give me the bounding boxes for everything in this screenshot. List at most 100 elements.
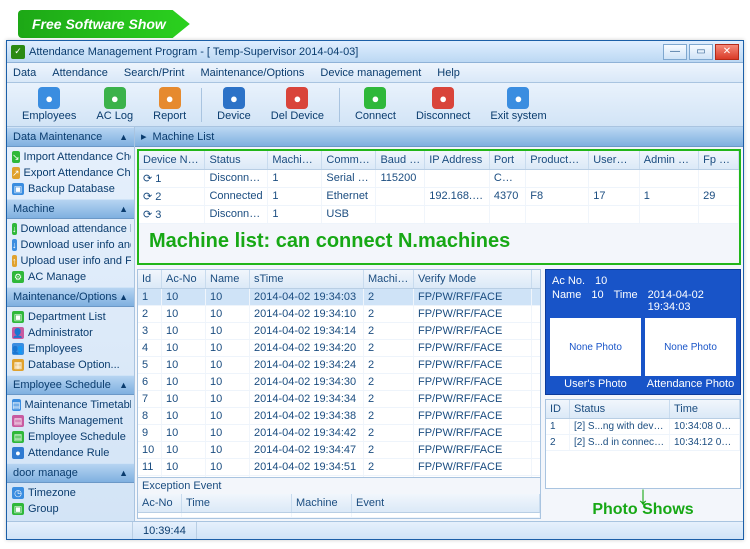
- close-button[interactable]: ✕: [715, 44, 739, 60]
- sidebar-item[interactable]: ▣Backup Database: [10, 181, 131, 197]
- sidebar: Data Maintenance▲ ↘Import Attendance Chec…: [7, 127, 135, 521]
- status-row[interactable]: 1[2] S...ng with device,pl10:34:08 04-03: [546, 419, 740, 435]
- col-header[interactable]: Status: [205, 151, 268, 169]
- col-header[interactable]: Comm.type: [322, 151, 376, 169]
- machine-grid[interactable]: Device NameStatusMachineNo.Comm.typeBaud…: [139, 151, 739, 224]
- menu-help[interactable]: Help: [437, 67, 460, 79]
- attendance-row[interactable]: 910102014-04-02 19:34:422FP/PW/RF/FACE: [138, 425, 540, 442]
- cell: FP/PW/RF/FACE: [414, 374, 532, 390]
- exit-system-icon: ●: [507, 87, 529, 109]
- col-header[interactable]: Event: [352, 494, 540, 512]
- sidebar-item[interactable]: ↓Download attendance logs: [10, 221, 131, 237]
- col-header[interactable]: Verify Mode: [414, 270, 532, 288]
- attendance-row[interactable]: 410102014-04-02 19:34:202FP/PW/RF/FACE: [138, 340, 540, 357]
- col-header[interactable]: Machine: [292, 494, 352, 512]
- machine-row[interactable]: ⟳ 3Disconnected1USB: [139, 206, 739, 224]
- col-header[interactable]: sTime: [250, 270, 364, 288]
- photo-ac-value: 10: [595, 275, 607, 287]
- col-header[interactable]: Admin Count: [640, 151, 699, 169]
- col-header[interactable]: MachineNo.: [268, 151, 322, 169]
- cell: [2] S...d in connecting wi: [570, 435, 670, 450]
- chevron-right-icon[interactable]: ▸: [141, 130, 147, 143]
- toolbar-ac-log[interactable]: ●AC Log: [87, 84, 142, 125]
- col-header[interactable]: Status: [570, 400, 670, 418]
- panel-data-maintenance[interactable]: Data Maintenance▲: [7, 127, 134, 147]
- sidebar-item[interactable]: ▣Department List: [10, 309, 131, 325]
- machine-annotation: Machine list: can connect N.machines: [139, 224, 739, 263]
- menu-data[interactable]: Data: [13, 67, 36, 79]
- col-header[interactable]: Fp Count: [699, 151, 739, 169]
- col-header[interactable]: Device Name: [139, 151, 205, 169]
- machine-row[interactable]: ⟳ 1Disconnected1Serial Port/...115200COM…: [139, 170, 739, 188]
- sidebar-item[interactable]: 👥Employees: [10, 341, 131, 357]
- machine-list-area: Device NameStatusMachineNo.Comm.typeBaud…: [137, 149, 741, 265]
- status-row[interactable]: 2[2] S...d in connecting wi10:34:12 04-0…: [546, 435, 740, 451]
- col-header[interactable]: IP Address: [425, 151, 490, 169]
- sidebar-item[interactable]: ◷Timezone: [10, 485, 131, 501]
- menu-attendance[interactable]: Attendance: [52, 67, 108, 79]
- col-header[interactable]: ID: [546, 400, 570, 418]
- status-grid[interactable]: IDStatusTime 1[2] S...ng with device,pl1…: [545, 399, 741, 489]
- sidebar-item[interactable]: ↑Upload user info and FP: [10, 253, 131, 269]
- toolbar-exit-system[interactable]: ●Exit system: [481, 84, 555, 125]
- col-header[interactable]: Time: [670, 400, 740, 418]
- col-header[interactable]: ProductName: [526, 151, 589, 169]
- sidebar-item[interactable]: ▦Database Option...: [10, 357, 131, 373]
- cell: FP/PW/RF/FACE: [414, 357, 532, 373]
- attendance-row[interactable]: 710102014-04-02 19:34:342FP/PW/RF/FACE: [138, 391, 540, 408]
- toolbar-del-device[interactable]: ●Del Device: [262, 84, 333, 125]
- sidebar-item[interactable]: ●Attendance Rule: [10, 445, 131, 461]
- col-header[interactable]: Port: [490, 151, 526, 169]
- exception-grid[interactable]: Ac-NoTimeMachineEvent: [138, 494, 540, 518]
- toolbar-report[interactable]: ●Report: [144, 84, 195, 125]
- menu-maintenance-options[interactable]: Maintenance/Options: [200, 67, 304, 79]
- cell: 2014-04-02 19:34:42: [250, 425, 364, 441]
- sidebar-item[interactable]: ▤Shifts Management: [10, 413, 131, 429]
- sidebar-item[interactable]: ▣Group: [10, 501, 131, 517]
- col-header[interactable]: Machine: [364, 270, 414, 288]
- col-header[interactable]: Name: [206, 270, 250, 288]
- col-header[interactable]: Time: [182, 494, 292, 512]
- minimize-button[interactable]: —: [663, 44, 687, 60]
- menu-search-print[interactable]: Search/Print: [124, 67, 185, 79]
- attendance-row[interactable]: 610102014-04-02 19:34:302FP/PW/RF/FACE: [138, 374, 540, 391]
- col-header[interactable]: Id: [138, 270, 162, 288]
- sidebar-item[interactable]: ▤Maintenance Timetables: [10, 397, 131, 413]
- panel-maintenance-options[interactable]: Maintenance/Options▲: [7, 287, 134, 307]
- sidebar-item[interactable]: ▤Employee Schedule: [10, 429, 131, 445]
- col-header[interactable]: Baud Rate: [376, 151, 425, 169]
- cell: Connected: [205, 188, 268, 205]
- col-header[interactable]: UserCount: [589, 151, 640, 169]
- attendance-row[interactable]: 1110102014-04-02 19:34:512FP/PW/RF/FACE: [138, 459, 540, 476]
- cell: COM1: [490, 170, 526, 187]
- col-header[interactable]: Ac-No: [138, 494, 182, 512]
- col-header[interactable]: Ac-No: [162, 270, 206, 288]
- attendance-row[interactable]: 1010102014-04-02 19:34:472FP/PW/RF/FACE: [138, 442, 540, 459]
- sidebar-item[interactable]: 👤Administrator: [10, 325, 131, 341]
- panel-door-manage[interactable]: door manage▲: [7, 463, 134, 483]
- menu-device-management[interactable]: Device management: [320, 67, 421, 79]
- attendance-row[interactable]: 510102014-04-02 19:34:242FP/PW/RF/FACE: [138, 357, 540, 374]
- sidebar-item[interactable]: ↗Export Attendance Checking ...: [10, 165, 131, 181]
- toolbar-employees[interactable]: ●Employees: [13, 84, 85, 125]
- toolbar-connect[interactable]: ●Connect: [346, 84, 405, 125]
- sidebar-item[interactable]: ↘Import Attendance Checking ...: [10, 149, 131, 165]
- panel-employee-schedule[interactable]: Employee Schedule▲: [7, 375, 134, 395]
- sidebar-item[interactable]: ⚙AC Manage: [10, 269, 131, 285]
- maximize-button[interactable]: ▭: [689, 44, 713, 60]
- sidebar-item[interactable]: ↓Download user info and Fp: [10, 237, 131, 253]
- cell: 2014-04-02 19:34:34: [250, 391, 364, 407]
- attendance-row[interactable]: 810102014-04-02 19:34:382FP/PW/RF/FACE: [138, 408, 540, 425]
- toolbar-disconnect[interactable]: ●Disconnect: [407, 84, 479, 125]
- device-icon: ●: [223, 87, 245, 109]
- toolbar-device[interactable]: ●Device: [208, 84, 260, 125]
- attendance-row[interactable]: 310102014-04-02 19:34:142FP/PW/RF/FACE: [138, 323, 540, 340]
- attendance-grid[interactable]: IdAc-NoNamesTimeMachineVerify Mode 11010…: [138, 270, 540, 477]
- cell: FP/PW/RF/FACE: [414, 323, 532, 339]
- panel-machine[interactable]: Machine▲: [7, 199, 134, 219]
- attendance-row[interactable]: 210102014-04-02 19:34:102FP/PW/RF/FACE: [138, 306, 540, 323]
- right-pane: Ac No.10 Name10Time2014-04-02 19:34:03 N…: [545, 269, 741, 519]
- photo-box: Ac No.10 Name10Time2014-04-02 19:34:03 N…: [545, 269, 741, 395]
- machine-row[interactable]: ⟳ 2Connected1Ethernet192.168.1.2014370F8…: [139, 188, 739, 206]
- attendance-row[interactable]: 110102014-04-02 19:34:032FP/PW/RF/FACE: [138, 289, 540, 306]
